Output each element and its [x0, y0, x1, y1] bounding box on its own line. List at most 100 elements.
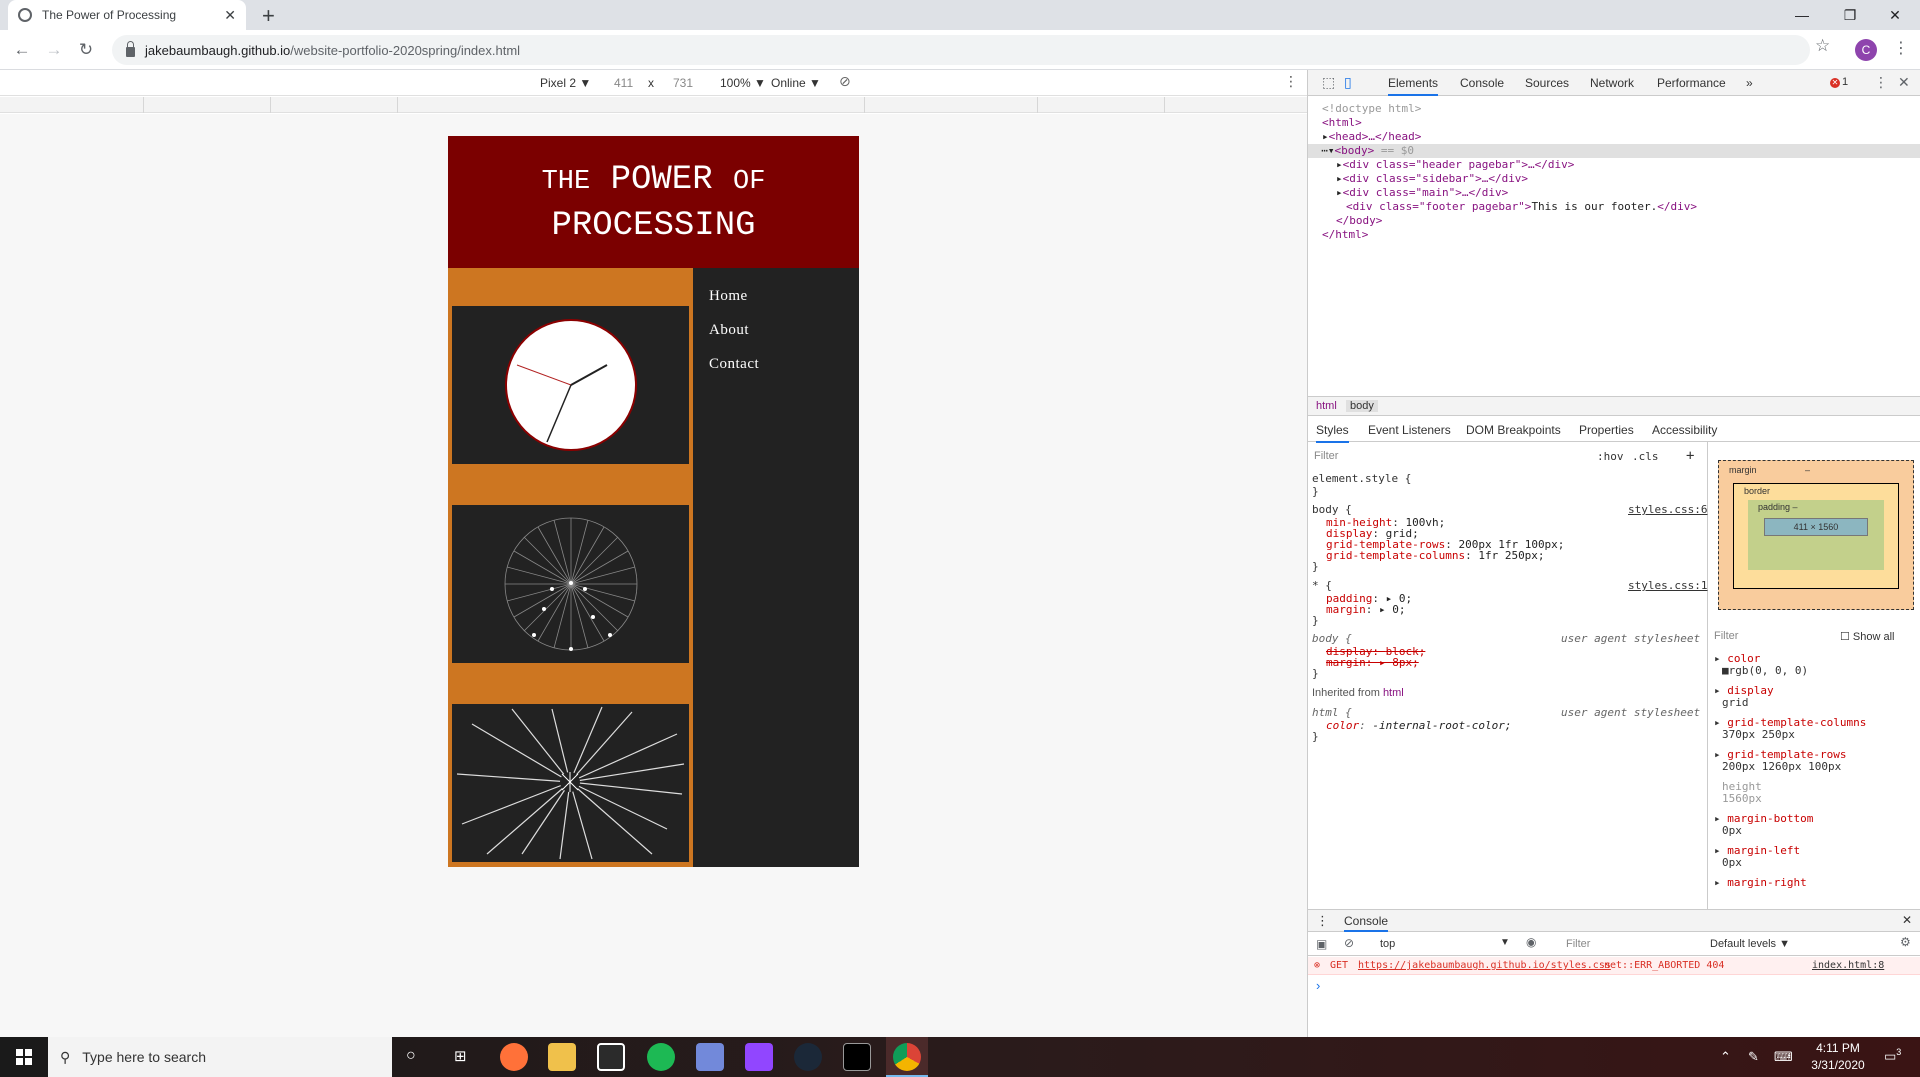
- terminal-icon[interactable]: [843, 1043, 871, 1071]
- pen-icon[interactable]: ✎: [1748, 1049, 1759, 1065]
- body-rule-source-link[interactable]: styles.css:6: [1628, 503, 1707, 516]
- minimize-button[interactable]: —: [1777, 0, 1827, 30]
- star-rule-selector[interactable]: * {: [1312, 579, 1332, 592]
- device-toggle-icon[interactable]: ▯: [1344, 74, 1352, 91]
- dom-html-open[interactable]: <html>: [1322, 116, 1362, 129]
- box-content-size[interactable]: 411 × 1560: [1764, 518, 1868, 536]
- close-devtools-icon[interactable]: ✕: [1898, 74, 1910, 91]
- reload-icon[interactable]: ↻: [74, 38, 98, 62]
- device-select[interactable]: Pixel 2 ▼: [540, 76, 591, 90]
- new-tab-button[interactable]: +: [262, 3, 275, 29]
- console-settings-gear-icon[interactable]: ⚙: [1900, 935, 1911, 949]
- css-prop-grid-columns[interactable]: grid-template-columns: 1fr 250px;: [1326, 549, 1545, 562]
- tab-accessibility[interactable]: Accessibility: [1652, 423, 1717, 437]
- sidebar-toggle-icon[interactable]: ▣: [1316, 937, 1327, 951]
- star-rule-source-link[interactable]: styles.css:1: [1628, 579, 1707, 592]
- dom-header-div[interactable]: ▸<div class="header pagebar">…</div>: [1336, 158, 1574, 171]
- context-dropdown-icon[interactable]: ▼: [1500, 937, 1510, 948]
- close-tab-icon[interactable]: ✕: [224, 7, 236, 24]
- start-button[interactable]: [0, 1037, 48, 1077]
- dom-footer-div[interactable]: <div class="footer pagebar">This is our …: [1346, 200, 1697, 213]
- context-select[interactable]: top: [1380, 938, 1395, 950]
- computed-margin-right[interactable]: ▸ margin-right: [1714, 876, 1807, 889]
- taskbar-search-box[interactable]: ⚲ Type here to search: [48, 1037, 392, 1077]
- body-rule-selector[interactable]: body {: [1312, 503, 1352, 516]
- media-query-bar[interactable]: [0, 97, 1307, 113]
- firefox-icon[interactable]: [500, 1043, 528, 1071]
- chrome-taskbar-active[interactable]: [886, 1037, 928, 1077]
- log-levels-select[interactable]: Default levels ▼: [1710, 938, 1790, 950]
- spotify-icon[interactable]: [647, 1043, 675, 1071]
- tab-console[interactable]: Console: [1460, 76, 1504, 90]
- cls-toggle[interactable]: .cls: [1632, 450, 1659, 463]
- eye-icon[interactable]: ◉: [1526, 935, 1536, 949]
- tab-styles[interactable]: Styles: [1316, 423, 1349, 443]
- nav-about-link[interactable]: About: [709, 322, 749, 339]
- profile-avatar[interactable]: C: [1855, 39, 1877, 61]
- address-bar[interactable]: jakebaumbaugh.github.io/website-portfoli…: [112, 35, 1810, 65]
- devtools-menu-icon[interactable]: ⋮: [1874, 74, 1888, 91]
- console-prompt[interactable]: ›: [1316, 978, 1320, 993]
- device-width[interactable]: 411: [614, 76, 633, 90]
- tab-dom-breakpoints[interactable]: DOM Breakpoints: [1466, 423, 1561, 437]
- forward-arrow-icon[interactable]: →: [42, 38, 66, 62]
- tab-event-listeners[interactable]: Event Listeners: [1368, 423, 1451, 437]
- css-prop-margin[interactable]: margin: ▸ 0;: [1326, 603, 1406, 616]
- zoom-select[interactable]: 100% ▼: [720, 76, 766, 90]
- error-url-link[interactable]: https://jakebaumbaugh.github.io/styles.c…: [1358, 960, 1611, 971]
- more-tabs-icon[interactable]: »: [1746, 76, 1753, 90]
- throttle-select[interactable]: Online ▼: [771, 76, 821, 90]
- chrome-menu-icon[interactable]: ⋮: [1893, 38, 1909, 58]
- device-more-icon[interactable]: ⋮: [1284, 73, 1298, 90]
- console-filter-input[interactable]: Filter: [1566, 938, 1590, 950]
- tab-sources[interactable]: Sources: [1525, 76, 1569, 90]
- clear-console-icon[interactable]: ⊘: [1344, 936, 1354, 950]
- tab-network[interactable]: Network: [1590, 76, 1634, 90]
- drawer-menu-icon[interactable]: ⋮: [1316, 913, 1329, 929]
- tab-properties[interactable]: Properties: [1579, 423, 1634, 437]
- dom-main-div[interactable]: ▸<div class="main">…</div>: [1336, 186, 1508, 199]
- hov-toggle[interactable]: :hov: [1597, 450, 1624, 463]
- nav-contact-link[interactable]: Contact: [709, 356, 759, 373]
- computed-margin-left-value: 0px: [1722, 856, 1742, 869]
- task-view-icon[interactable]: ⊞: [454, 1047, 467, 1065]
- browser-tab[interactable]: The Power of Processing ✕: [8, 0, 246, 30]
- dom-doctype[interactable]: <!doctype html>: [1322, 102, 1421, 115]
- tab-elements[interactable]: Elements: [1388, 76, 1439, 96]
- styles-filter-input[interactable]: Filter: [1314, 450, 1338, 462]
- close-drawer-icon[interactable]: ✕: [1902, 913, 1912, 927]
- breadcrumb-body[interactable]: body: [1346, 400, 1378, 412]
- show-all-checkbox[interactable]: ☐ Show all: [1840, 630, 1895, 643]
- rotate-icon[interactable]: ⊘: [839, 73, 851, 90]
- tray-chevron-icon[interactable]: ⌃: [1720, 1049, 1731, 1065]
- back-arrow-icon[interactable]: ←: [10, 38, 34, 62]
- discord-icon[interactable]: [696, 1043, 724, 1071]
- nav-home-link[interactable]: Home: [709, 288, 748, 305]
- steam-icon[interactable]: [794, 1043, 822, 1071]
- inspect-element-icon[interactable]: ⬚: [1322, 74, 1335, 91]
- maximize-button[interactable]: ❐: [1825, 0, 1875, 30]
- bookmark-star-icon[interactable]: ☆: [1815, 36, 1830, 56]
- store-icon[interactable]: [597, 1043, 625, 1071]
- taskbar-clock[interactable]: 4:11 PM 3/31/2020: [1802, 1040, 1874, 1074]
- cortana-icon[interactable]: ○: [406, 1047, 416, 1065]
- dom-head[interactable]: ▸<head>…</head>: [1322, 130, 1421, 143]
- breadcrumb-html[interactable]: html: [1316, 400, 1337, 412]
- dom-html-close[interactable]: </html>: [1322, 228, 1368, 241]
- twitch-icon[interactable]: [745, 1043, 773, 1071]
- computed-filter-input[interactable]: Filter: [1714, 630, 1738, 642]
- notification-center-icon[interactable]: ▭3: [1884, 1047, 1901, 1064]
- error-count-badge[interactable]: ✕ 1: [1830, 76, 1848, 88]
- dom-sidebar-div[interactable]: ▸<div class="sidebar">…</div>: [1336, 172, 1528, 185]
- keyboard-icon[interactable]: ⌨: [1774, 1049, 1793, 1065]
- device-height[interactable]: 731: [673, 76, 693, 90]
- new-rule-button[interactable]: +: [1686, 448, 1694, 464]
- dom-body-close[interactable]: </body>: [1336, 214, 1382, 227]
- element-style-rule[interactable]: element.style {: [1312, 472, 1411, 485]
- file-explorer-icon[interactable]: [548, 1043, 576, 1071]
- error-source-link[interactable]: index.html:8: [1812, 960, 1884, 971]
- dom-body-selected[interactable]: ⋯▾<body> == $0: [1308, 144, 1920, 158]
- close-window-button[interactable]: ✕: [1870, 0, 1920, 30]
- tab-performance[interactable]: Performance: [1657, 76, 1726, 90]
- drawer-tab-console[interactable]: Console: [1344, 914, 1389, 932]
